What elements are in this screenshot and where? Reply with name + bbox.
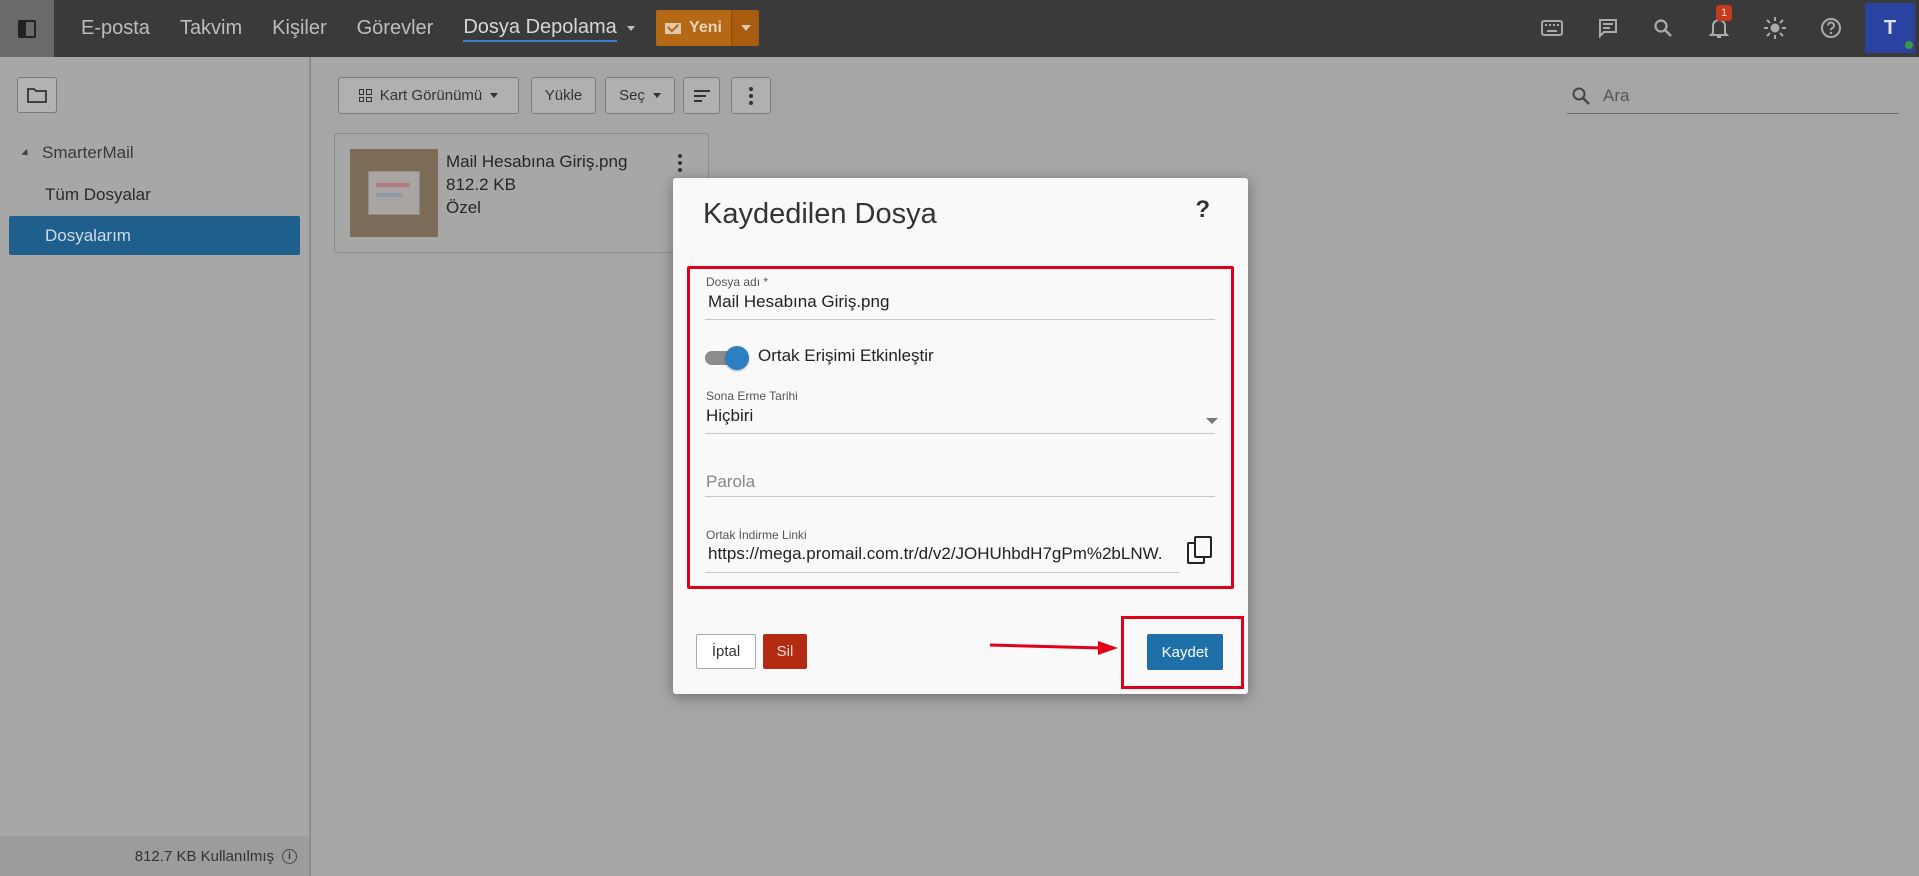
save-button[interactable]: Kaydet bbox=[1147, 634, 1223, 670]
nav-email[interactable]: E-posta bbox=[81, 17, 150, 40]
search-icon[interactable] bbox=[1649, 14, 1677, 42]
top-bar: E-posta Takvim Kişiler Görevler Dosya De… bbox=[0, 0, 1919, 57]
annotation-arrow-icon bbox=[990, 641, 1118, 655]
download-link-field[interactable]: https://mega.promail.com.tr/d/v2/JOHUhbd… bbox=[708, 544, 1180, 564]
sidebar-toggle-button[interactable] bbox=[0, 0, 54, 57]
search-box[interactable]: Ara bbox=[1567, 78, 1899, 114]
cancel-button[interactable]: İptal bbox=[696, 634, 756, 669]
expiry-select[interactable]: Hiçbiri bbox=[706, 406, 753, 426]
nav-file-storage[interactable]: Dosya Depolama bbox=[463, 16, 635, 42]
upload-button[interactable]: Yükle bbox=[531, 77, 596, 114]
public-access-toggle[interactable] bbox=[705, 346, 749, 370]
left-sidebar: SmarterMail Tüm Dosyalar Dosyalarım 812.… bbox=[0, 57, 311, 876]
nav-tasks[interactable]: Görevler bbox=[357, 17, 434, 40]
nav-calendar[interactable]: Takvim bbox=[180, 17, 242, 40]
sort-icon bbox=[693, 89, 710, 102]
view-mode-label: Kart Görünümü bbox=[379, 87, 483, 104]
user-avatar[interactable]: T bbox=[1865, 3, 1915, 53]
filename-label: Dosya adı * bbox=[706, 275, 769, 289]
main-nav: E-posta Takvim Kişiler Görevler Dosya De… bbox=[81, 0, 635, 57]
keyboard-icon[interactable] bbox=[1538, 14, 1566, 42]
help-icon[interactable] bbox=[1817, 14, 1845, 42]
sidebar-item-my-files[interactable]: Dosyalarım bbox=[9, 216, 300, 255]
sort-button[interactable] bbox=[683, 77, 720, 114]
chevron-down-icon bbox=[740, 25, 751, 31]
select-label: Seç bbox=[619, 87, 645, 104]
avatar-initial: T bbox=[1883, 16, 1897, 39]
file-visibility: Özel bbox=[446, 198, 481, 217]
search-input[interactable]: Ara bbox=[1603, 86, 1629, 106]
search-icon bbox=[1572, 87, 1590, 105]
sidebar-item-all-files[interactable]: Tüm Dosyalar bbox=[45, 185, 151, 205]
public-access-label: Ortak Erişimi Etkinleştir bbox=[758, 346, 934, 365]
chevron-down-icon bbox=[626, 26, 635, 31]
dialog-title: Kaydedilen Dosya bbox=[703, 198, 937, 230]
chevron-down-icon[interactable] bbox=[1206, 418, 1218, 424]
nav-file-storage-label: Dosya Depolama bbox=[463, 16, 617, 42]
new-button-group: Yeni bbox=[656, 10, 759, 46]
expand-triangle-icon[interactable] bbox=[21, 148, 31, 158]
envelope-icon bbox=[665, 22, 682, 34]
kebab-menu-icon bbox=[749, 86, 753, 105]
filename-field[interactable]: Mail Hesabına Giriş.png bbox=[708, 292, 889, 312]
file-menu-icon[interactable] bbox=[678, 154, 682, 172]
sidebar-panel-icon bbox=[18, 19, 36, 38]
new-button-label: Yeni bbox=[689, 19, 722, 36]
more-options-button[interactable] bbox=[731, 77, 771, 114]
tree-root-label: SmarterMail bbox=[42, 143, 134, 162]
saved-file-dialog: Kaydedilen Dosya ? Dosya adı * Mail Hesa… bbox=[673, 178, 1248, 694]
tree-root-smartermail[interactable]: SmarterMail bbox=[21, 143, 134, 163]
filename-underline bbox=[705, 319, 1215, 320]
password-underline bbox=[705, 496, 1215, 497]
folder-icon bbox=[27, 88, 47, 103]
nav-contacts[interactable]: Kişiler bbox=[272, 17, 326, 40]
usage-text: 812.7 KB Kullanılmış bbox=[134, 847, 274, 865]
link-underline bbox=[705, 572, 1180, 573]
file-size: 812.2 KB bbox=[446, 175, 516, 194]
file-info: Mail Hesabına Giriş.png 812.2 KB Özel bbox=[446, 150, 627, 219]
new-button[interactable]: Yeni bbox=[656, 10, 731, 46]
file-thumbnail bbox=[350, 149, 438, 237]
chevron-down-icon bbox=[652, 93, 661, 98]
link-label: Ortak İndirme Linki bbox=[706, 528, 807, 542]
info-icon[interactable]: i bbox=[282, 848, 297, 864]
grid-view-icon bbox=[358, 89, 372, 102]
file-name: Mail Hesabına Giriş.png bbox=[446, 152, 628, 171]
delete-button[interactable]: Sil bbox=[763, 634, 807, 669]
password-input[interactable]: Parola bbox=[706, 472, 755, 492]
new-dropdown-button[interactable] bbox=[731, 10, 759, 46]
sun-icon[interactable] bbox=[1761, 14, 1789, 42]
dialog-help-button[interactable]: ? bbox=[1195, 196, 1210, 224]
expiry-label: Sona Erme Tarihi bbox=[706, 389, 798, 403]
chevron-down-icon bbox=[490, 93, 499, 98]
storage-usage: 812.7 KB Kullanılmış i bbox=[0, 836, 309, 876]
new-folder-button[interactable] bbox=[17, 77, 57, 113]
file-card[interactable]: Mail Hesabına Giriş.png 812.2 KB Özel bbox=[334, 133, 709, 253]
online-status-icon bbox=[1903, 39, 1915, 51]
expiry-underline bbox=[705, 433, 1215, 434]
chat-icon[interactable] bbox=[1594, 14, 1622, 42]
copy-icon[interactable] bbox=[1187, 536, 1217, 566]
sidebar-item-label: Dosyalarım bbox=[45, 225, 131, 245]
view-mode-dropdown[interactable]: Kart Görünümü bbox=[338, 77, 519, 114]
upload-label: Yükle bbox=[544, 87, 583, 104]
select-dropdown[interactable]: Seç bbox=[605, 77, 675, 114]
notification-badge: 1 bbox=[1716, 5, 1732, 21]
